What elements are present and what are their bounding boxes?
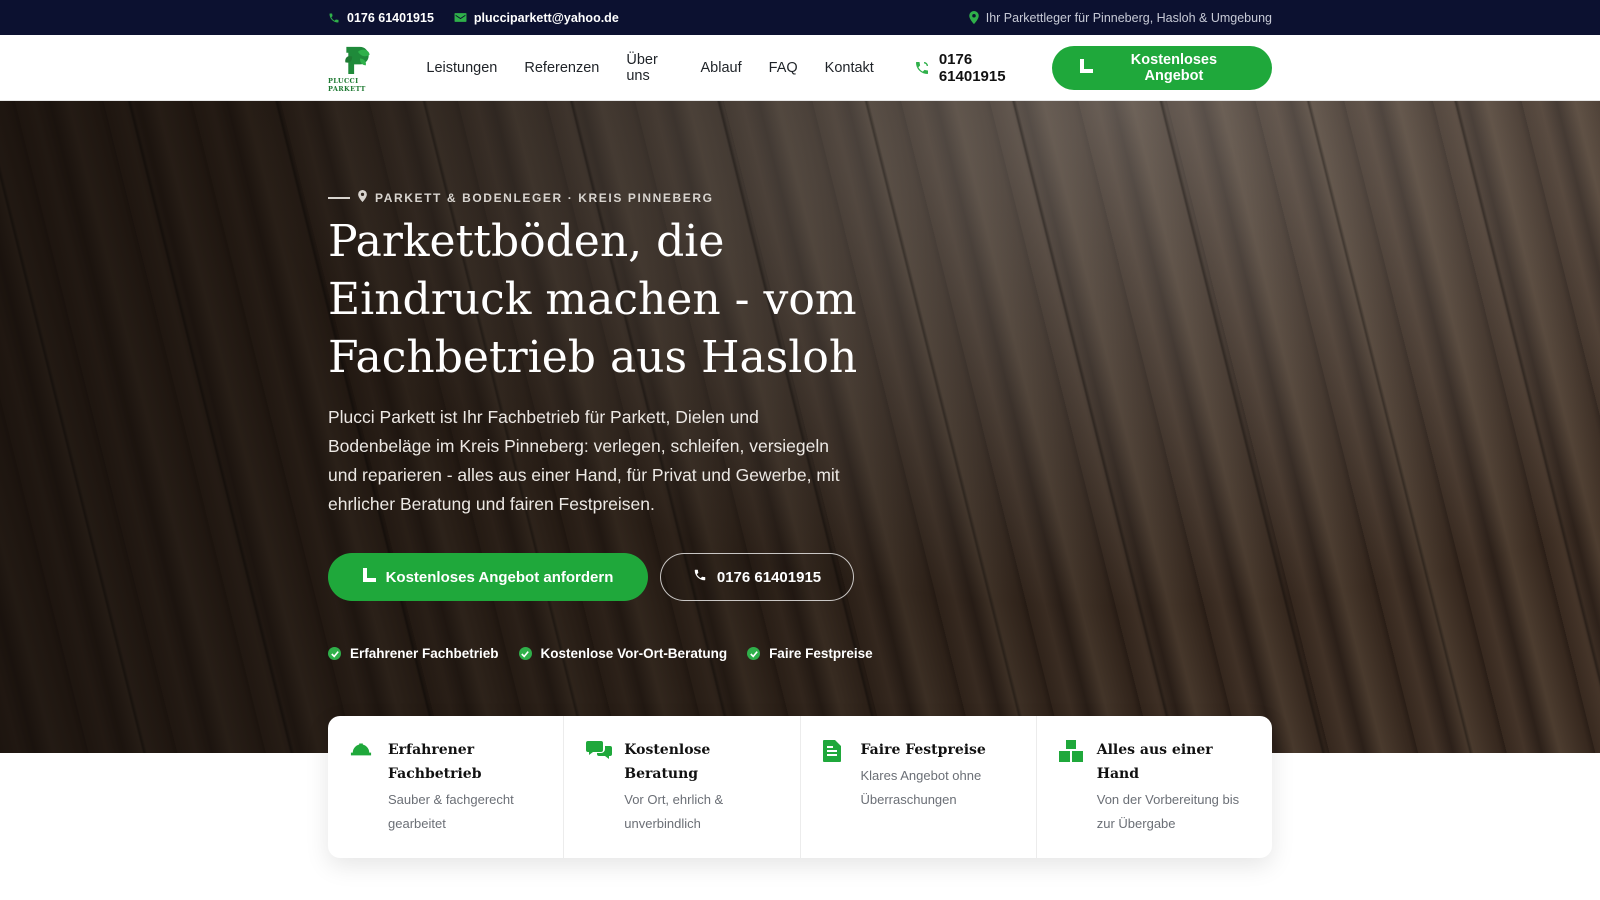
ruler-icon (1079, 59, 1093, 77)
phone-icon (693, 568, 707, 586)
hero-eyebrow: PARKETT & BODENLEGER · KREIS PINNEBERG (328, 190, 714, 205)
check-label: Erfahrener Fachbetrieb (350, 646, 499, 661)
nav-item-kontakt[interactable]: Kontakt (825, 60, 874, 76)
phone-icon (328, 12, 340, 24)
check-item: Faire Festpreise (747, 646, 873, 661)
check-circle-icon (518, 647, 532, 660)
nav-offer-label: Kostenloses Angebot (1130, 52, 1218, 84)
check-item: Erfahrener Fachbetrieb (328, 646, 499, 661)
boxes-icon (1058, 738, 1085, 858)
nav-phone: 0176 61401915 (938, 51, 1006, 85)
topbar-tagline: Ihr Parkettleger für Pinneberg, Hasloh &… (985, 10, 1272, 25)
feature-text: Von der Vorbereitung bis zur Übergabe (1096, 792, 1240, 831)
check-item: Kostenlose Vor-Ort-Beratung (518, 646, 728, 661)
location-pin-icon (358, 190, 367, 205)
phone-ringing-icon (914, 60, 930, 76)
topbar-phone-link[interactable]: 0176 61401915 (328, 11, 434, 25)
nav-item-faq[interactable]: FAQ (769, 60, 798, 76)
feature-text: Sauber & fachgerecht gearbeitet (388, 792, 514, 831)
topbar-email-link[interactable]: plucciparkett@yahoo.de (454, 11, 619, 25)
main-navigation: PLUCCI PARKETT Leistungen Referenzen Übe… (0, 35, 1600, 101)
hero-section: PARKETT & BODENLEGER · KREIS PINNEBERG P… (0, 101, 1600, 753)
feature-title: Faire Festpreise (860, 742, 986, 758)
request-offer-label: Kostenloses Angebot anfordern (385, 568, 614, 586)
feature-title: Erfahrener Fachbetrieb (388, 742, 482, 782)
features-card: Erfahrener Fachbetrieb Sauber & fachgere… (328, 716, 1272, 858)
logo-leaf-icon (345, 46, 370, 75)
eyebrow-line (328, 196, 350, 199)
feature-item: Alles aus einer Hand Von der Vorbereitun… (1037, 716, 1272, 858)
check-circle-icon (328, 647, 341, 660)
hero-eyebrow-text: PARKETT & BODENLEGER · KREIS PINNEBERG (375, 190, 714, 205)
nav-item-referenzen[interactable]: Referenzen (524, 60, 599, 76)
feature-item: Kostenlose Beratung Vor Ort, ehrlich & u… (564, 716, 801, 858)
hero-phone-label: 0176 61401915 (716, 568, 822, 586)
feature-title: Kostenlose Beratung (624, 742, 711, 782)
feature-item: Erfahrener Fachbetrieb Sauber & fachgere… (328, 716, 565, 858)
hero-checks: Erfahrener Fachbetrieb Kostenlose Vor-Or… (328, 646, 873, 661)
ruler-icon (362, 568, 376, 586)
check-label: Faire Festpreise (769, 646, 873, 661)
feature-item: Faire Festpreise Klares Angebot ohne Übe… (801, 716, 1037, 858)
nav-offer-button[interactable]: Kostenloses Angebot (1051, 46, 1272, 90)
hero-headline: Parkettböden, die Eindruck machen - vom … (328, 216, 858, 383)
nav-item-leistungen[interactable]: Leistungen (426, 60, 497, 76)
check-label: Kostenlose Vor-Ort-Beratung (540, 646, 728, 661)
top-bar: 0176 61401915 plucciparkett@yahoo.de Ihr… (0, 0, 1600, 35)
logo-text: PLUCCI PARKETT (328, 77, 366, 93)
request-offer-button[interactable]: Kostenloses Angebot anfordern (328, 553, 648, 601)
feature-title: Alles aus einer Hand (1096, 742, 1213, 782)
nav-item-ablauf[interactable]: Ablauf (701, 60, 742, 76)
feature-text: Vor Ort, ehrlich & unverbindlich (624, 792, 724, 831)
nav-menu: Leistungen Referenzen Über uns Ablauf FA… (426, 52, 873, 84)
chat-bubbles-icon (586, 738, 613, 858)
hard-hat-icon (350, 738, 376, 858)
envelope-icon (454, 12, 467, 23)
hero-buttons: Kostenloses Angebot anfordern 0176 61401… (328, 553, 854, 601)
nav-item-ueber-uns[interactable]: Über uns (626, 52, 673, 84)
logo[interactable]: PLUCCI PARKETT (328, 43, 388, 93)
hero-lead: Plucci Parkett ist Ihr Fachbetrieb für P… (328, 407, 840, 514)
topbar-email: plucciparkett@yahoo.de (473, 10, 619, 25)
hero-phone-button[interactable]: 0176 61401915 (660, 553, 854, 601)
topbar-phone: 0176 61401915 (347, 10, 434, 25)
check-circle-icon (747, 647, 761, 660)
document-icon (822, 738, 849, 858)
feature-text: Klares Angebot ohne Überraschungen (860, 768, 982, 807)
location-pin-icon (968, 11, 979, 24)
nav-phone-link[interactable]: 0176 61401915 (914, 51, 1040, 85)
